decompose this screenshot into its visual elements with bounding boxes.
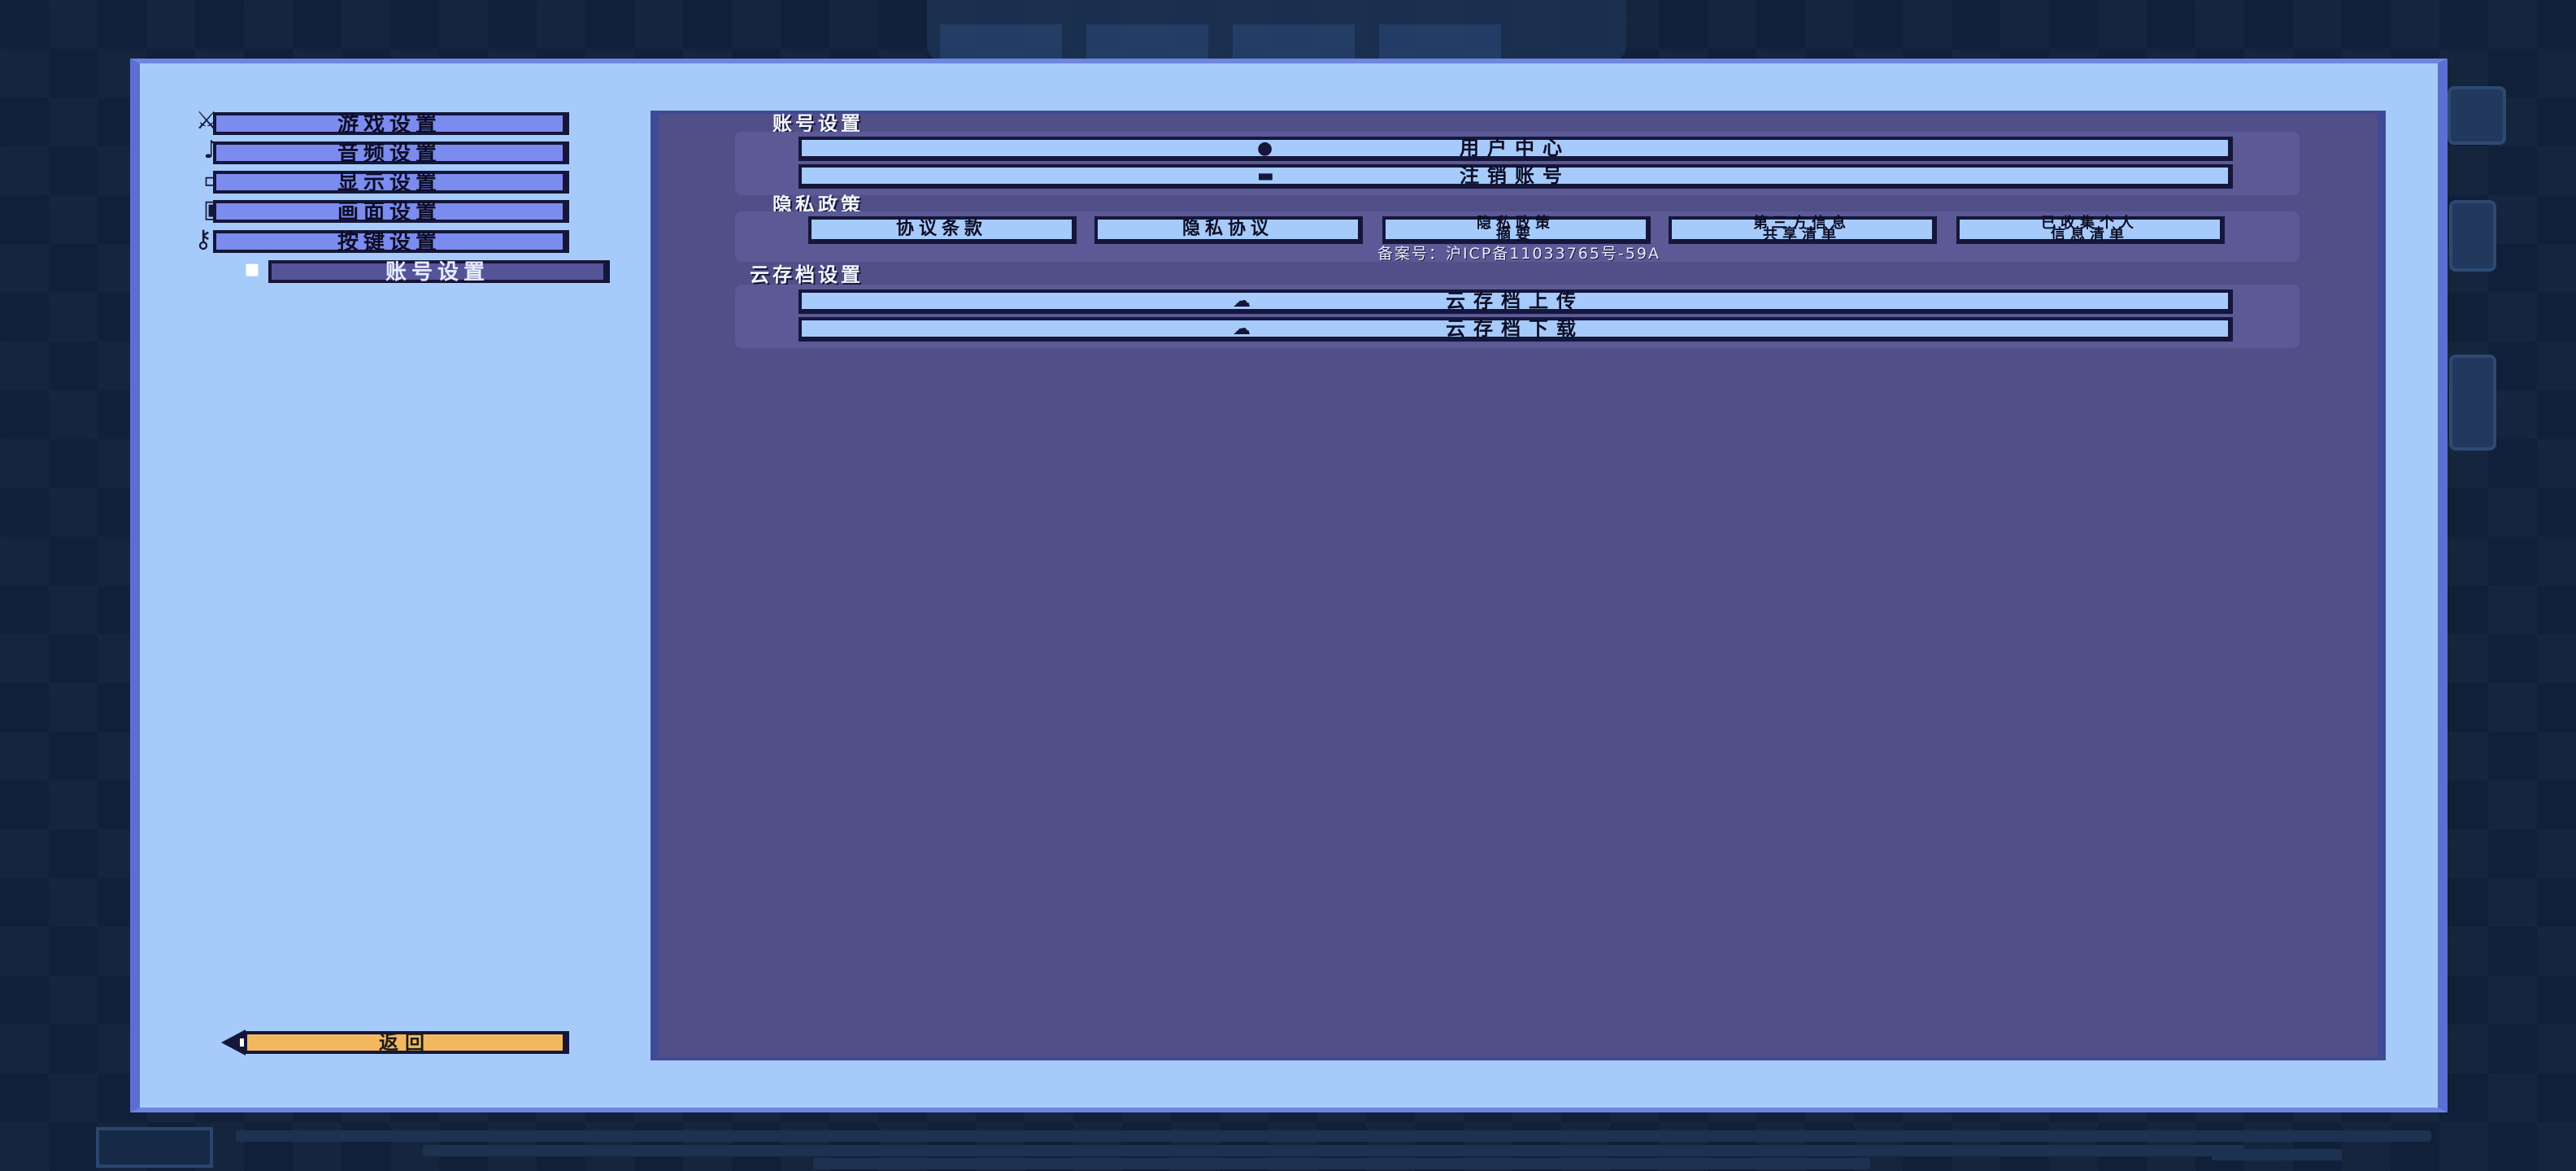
background-settings-icon — [2449, 200, 2496, 272]
background-top-right-box — [2448, 86, 2506, 145]
menu-item-key-settings[interactable]: 按键设置 — [213, 230, 569, 253]
privacy-summary-button[interactable]: 隐私政策 摘要 — [1382, 216, 1651, 244]
menu-item-display-settings[interactable]: 显示设置 — [213, 171, 569, 194]
menu-item-audio-settings[interactable]: 音频设置 — [213, 141, 569, 164]
user-center-button[interactable]: ● 用户中心 — [798, 137, 2233, 161]
logout-account-label: 注销账号 — [1460, 164, 1570, 187]
cloud-download-icon: ☁ — [1233, 319, 1251, 339]
cloud-upload-label: 云存档上传 — [1446, 289, 1584, 312]
game-logo-background — [927, 0, 1626, 62]
cloud-upload-icon: ☁ — [1233, 291, 1251, 311]
icp-number: 备案号：沪ICP备11033765号-59A — [1377, 245, 1661, 263]
terms-button[interactable]: 协议条款 — [808, 216, 1077, 244]
privacy-agreement-button[interactable]: 隐私协议 — [1094, 216, 1363, 244]
account-section-title: 账号设置 — [772, 112, 864, 135]
cloud-upload-button[interactable]: ☁ 云存档上传 — [798, 289, 2233, 314]
background-notice-icon — [2449, 355, 2496, 451]
back-button[interactable]: 返回 — [244, 1031, 569, 1054]
cloud-section-title: 云存档设置 — [750, 263, 864, 286]
background-footer — [89, 1121, 2496, 1169]
cloud-download-button[interactable]: ☁ 云存档下载 — [798, 317, 2233, 342]
collected-info-list-button[interactable]: 已收集个人 信息清单 — [1956, 216, 2225, 244]
age-rating-badge — [96, 1127, 213, 1168]
cloud-download-label: 云存档下载 — [1446, 317, 1584, 340]
version-text — [2212, 1149, 2342, 1160]
menu-item-graphics-settings[interactable]: 画面设置 — [213, 200, 569, 223]
trash-icon: ▬ — [1257, 166, 1274, 186]
menu-item-game-settings[interactable]: 游戏设置 — [213, 112, 569, 135]
user-icon: ● — [1257, 138, 1273, 159]
menu-item-account-settings[interactable]: 账号设置 — [268, 260, 610, 283]
third-party-sharing-button[interactable]: 第三方信息 共享清单 — [1669, 216, 1937, 244]
user-center-label: 用户中心 — [1460, 137, 1570, 159]
logout-account-button[interactable]: ▬ 注销账号 — [798, 164, 2233, 189]
